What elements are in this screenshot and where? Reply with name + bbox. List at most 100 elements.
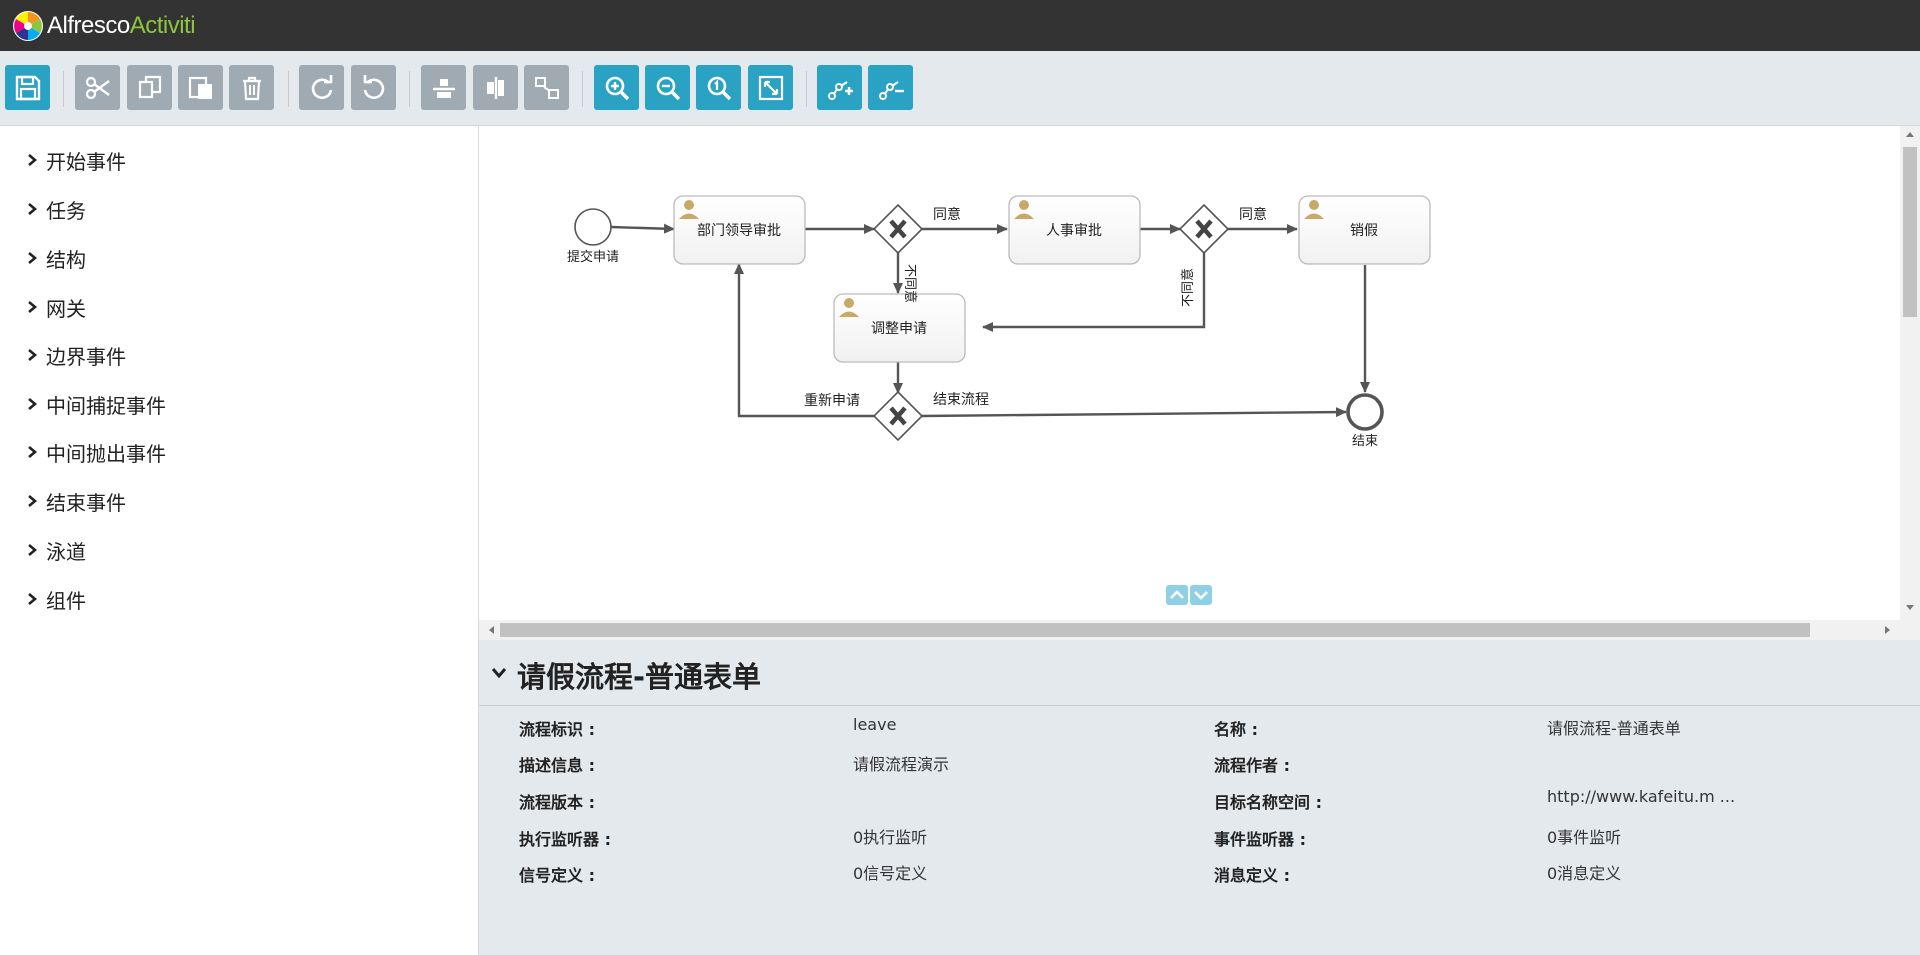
toolbar-separator [806,71,807,107]
chevron-right-icon [28,593,38,605]
user-task-hr-approval[interactable]: 人事审批 [1008,195,1141,265]
prop-value-signal-definitions[interactable]: 0信号定义 [853,860,927,884]
scroll-up-arrow-icon[interactable] [1905,130,1915,138]
properties-panel: 请假流程-普通表单 流程标识 : leave 名称 : 请假流程-普通表单 描述… [479,640,1920,955]
chevron-up-icon [1170,590,1184,599]
palette-group-intermediate-throw-events[interactable]: 中间抛出事件 [26,437,166,467]
prop-label-process-id: 流程标识 : [519,720,595,739]
zoom-actual-button[interactable] [696,65,741,110]
exclusive-gateway[interactable] [872,203,924,255]
copy-button[interactable] [127,65,172,110]
prop-value-name[interactable]: 请假流程-普通表单 [1547,715,1681,739]
palette-group-gateways[interactable]: 网关 [26,292,86,322]
palette-group-label: 边界事件 [46,344,126,369]
prop-label-execution-listeners: 执行监听器 : [519,830,611,849]
save-icon [15,75,40,100]
zoom-in-button[interactable] [594,65,639,110]
chevron-right-icon [28,301,38,313]
task-label: 销假 [1350,223,1378,239]
palette-group-boundary-events[interactable]: 边界事件 [26,340,126,370]
sequence-flow-end-process[interactable] [921,407,1347,418]
toolbar-separator [63,71,64,107]
exclusive-gateway[interactable] [1178,203,1230,255]
scissors-icon [85,76,110,99]
prop-value-process-id[interactable]: leave [853,715,896,734]
copy-icon [138,75,161,98]
prop-value-namespace[interactable]: http://www.kafeitu.m ... [1547,787,1735,806]
zoom-actual-icon [707,76,731,100]
prop-value-message-definitions[interactable]: 0消息定义 [1547,860,1621,884]
prop-label-author: 流程作者 : [1214,756,1290,775]
diagram-canvas[interactable]: 提交申请 结束 部门领导审批 人事审批 销假 调整申请 同意 同意 不同意 不同… [479,126,1920,640]
flow-label-disagree: 不同意 [902,264,918,303]
element-palette: 开始事件 任务 结构 网关 边界事件 中间捕捉事件 中间抛出事件 结束事件 泳道… [0,126,479,955]
alfresco-logo-icon [13,11,43,41]
logo-text-alfresco: Alfresco [47,12,130,39]
chevron-right-icon [28,446,38,458]
toolbar-separator [409,71,410,107]
palette-group-label: 开始事件 [46,149,126,174]
scroll-right-arrow-icon[interactable] [1884,625,1892,635]
cut-button[interactable] [75,65,120,110]
panel-down-button[interactable] [1190,585,1212,605]
chevron-right-icon [28,544,38,556]
prop-label-signal-definitions: 信号定义 : [519,866,595,885]
add-bendpoint-button[interactable] [817,65,862,110]
zoom-fit-button[interactable] [748,65,793,110]
same-size-button[interactable] [524,65,569,110]
flow-label-disagree: 不同意 [1180,268,1196,307]
save-button[interactable] [5,65,50,110]
palette-group-label: 泳道 [46,539,86,564]
vertical-scrollbar-thumb[interactable] [1903,147,1917,317]
user-task-dept-approval[interactable]: 部门领导审批 [673,195,806,265]
paste-button[interactable] [178,65,223,110]
palette-group-structural[interactable]: 结构 [26,243,86,273]
palette-group-tasks[interactable]: 任务 [26,194,86,224]
exclusive-gateway[interactable] [872,390,924,442]
palette-group-artifacts[interactable]: 组件 [26,584,86,614]
app-logo[interactable]: AlfrescoActiviti [12,10,196,42]
prop-value-event-listeners[interactable]: 0事件监听 [1547,824,1621,848]
undo-button[interactable] [351,65,396,110]
flow-label-end-process: 结束流程 [933,392,989,408]
zoom-in-icon [605,76,629,100]
end-event-label: 结束 [1352,434,1378,449]
user-task-adjust-request[interactable]: 调整申请 [833,293,966,363]
sequence-flow[interactable] [610,223,675,234]
prop-value-execution-listeners[interactable]: 0执行监听 [853,824,927,848]
palette-group-intermediate-catch-events[interactable]: 中间捕捉事件 [26,389,166,419]
user-task-cancel-leave[interactable]: 销假 [1298,195,1431,265]
start-event[interactable] [574,208,612,246]
flow-label-agree: 同意 [933,206,961,223]
scroll-down-arrow-icon[interactable] [1905,604,1915,612]
palette-group-label: 结构 [46,247,86,272]
bpmn-diagram: 提交申请 结束 部门领导审批 人事审批 销假 调整申请 同意 同意 不同意 不同… [567,195,1431,449]
palette-group-label: 组件 [46,588,86,613]
toolbar [0,51,1920,126]
chevron-right-icon [28,349,38,361]
zoom-out-button[interactable] [645,65,690,110]
redo-button[interactable] [299,65,344,110]
palette-group-swimlanes[interactable]: 泳道 [26,535,86,565]
align-vertical-button[interactable] [473,65,518,110]
horizontal-scrollbar-thumb[interactable] [500,623,1810,637]
scroll-left-arrow-icon[interactable] [487,625,495,635]
toolbar-separator [582,71,583,107]
prop-value-description[interactable]: 请假流程演示 [853,751,949,775]
properties-header[interactable]: 请假流程-普通表单 [479,640,1920,706]
align-horizontal-button[interactable] [421,65,466,110]
chevron-right-icon [28,495,38,507]
flow-label-agree: 同意 [1239,206,1267,223]
palette-group-start-events[interactable]: 开始事件 [26,145,126,175]
zoom-out-icon [656,76,680,100]
end-event[interactable] [1346,393,1384,431]
prop-label-version: 流程版本 : [519,793,595,812]
panel-up-button[interactable] [1166,585,1188,605]
palette-group-end-events[interactable]: 结束事件 [26,486,126,516]
remove-bendpoint-button[interactable] [868,65,913,110]
panel-toggle-arrows [1166,585,1212,605]
delete-button[interactable] [229,65,274,110]
undo-icon [363,74,384,99]
align-horizontal-icon [432,78,455,98]
zoom-fit-icon [758,75,783,100]
